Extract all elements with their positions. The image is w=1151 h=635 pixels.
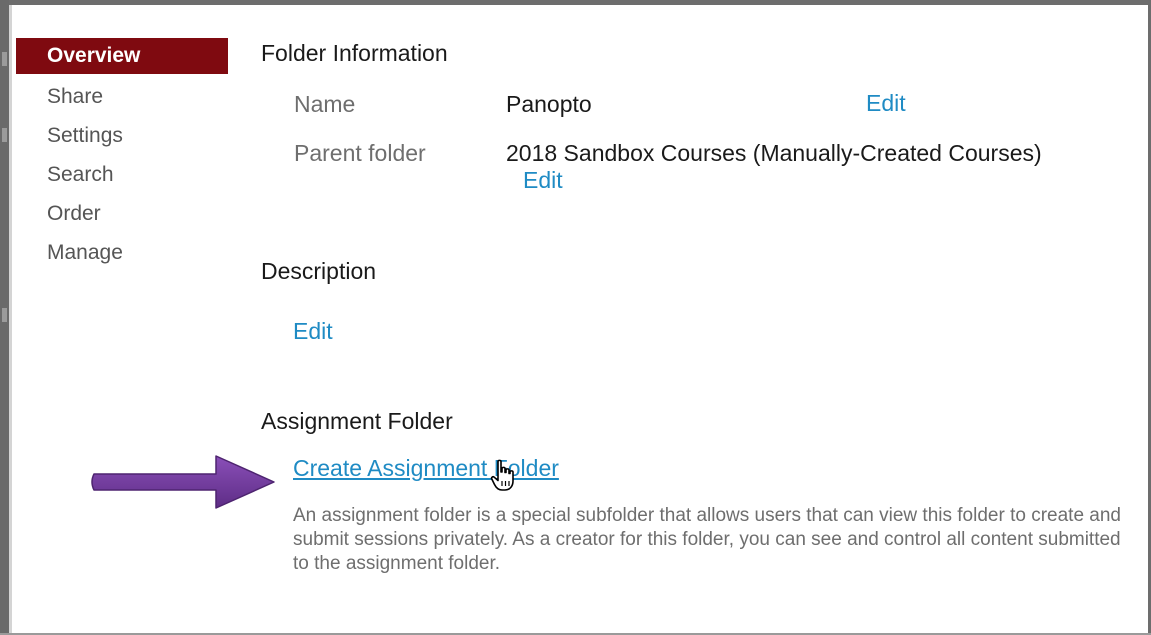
edit-parent-folder-link[interactable]: Edit (523, 167, 563, 194)
parent-folder-value: 2018 Sandbox Courses (Manually-Created C… (506, 140, 1042, 166)
sidebar-item-overview[interactable]: Overview (16, 38, 228, 74)
arrow-right-icon (91, 455, 275, 509)
sidebar-item-share[interactable]: Share (16, 78, 228, 117)
parent-folder-label: Parent folder (294, 140, 426, 166)
create-assignment-folder-link[interactable]: Create Assignment Folder (293, 455, 559, 482)
edge-marker (2, 52, 7, 66)
name-label: Name (294, 91, 356, 117)
sidebar-item-settings[interactable]: Settings (16, 117, 228, 156)
name-value: Panopto (506, 91, 592, 117)
sidebar-item-order[interactable]: Order (16, 195, 228, 234)
sidebar-item-search[interactable]: Search (16, 156, 228, 195)
window-top-border (0, 0, 1151, 5)
folder-information-heading: Folder Information (261, 40, 448, 66)
window-left-edge (9, 5, 12, 635)
hand-pointer-icon (490, 459, 514, 491)
sidebar-item-manage[interactable]: Manage (16, 234, 228, 273)
edge-marker (2, 308, 7, 322)
description-heading: Description (261, 258, 377, 284)
sidebar-nav: Overview Share Settings Search Order Man… (16, 38, 228, 273)
assignment-folder-heading: Assignment Folder (261, 408, 453, 434)
edge-marker (2, 128, 7, 142)
edit-description-link[interactable]: Edit (293, 318, 333, 345)
edit-name-link[interactable]: Edit (866, 90, 906, 117)
assignment-folder-description: An assignment folder is a special subfol… (293, 505, 1121, 574)
